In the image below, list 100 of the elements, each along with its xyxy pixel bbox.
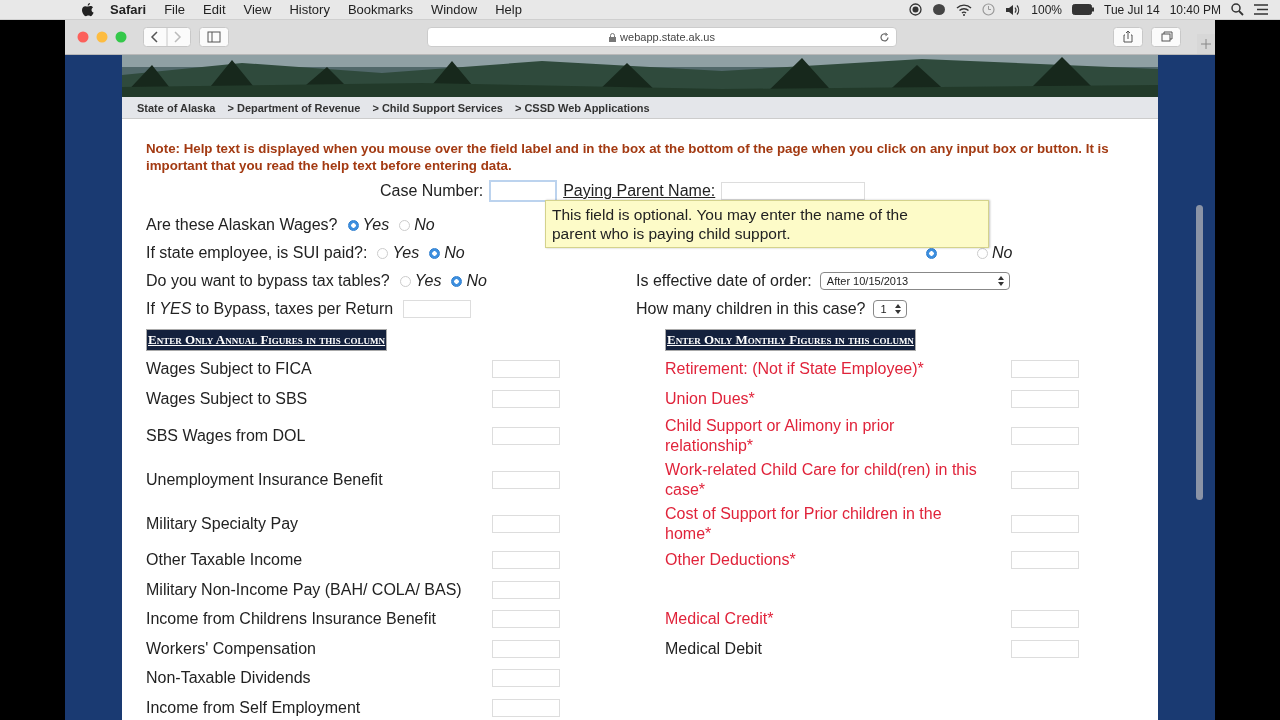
income-label: SBS Wages from DOL [146,425,307,446]
amount-field[interactable] [1011,426,1079,445]
amount-field[interactable] [492,426,560,445]
amount-field[interactable] [492,580,560,599]
radio-button[interactable] [926,247,937,259]
question-label: Do you want to bypass tax tables? [146,272,390,290]
radio-label[interactable]: Yes [362,216,390,234]
battery-icon[interactable] [1072,4,1095,15]
income-label: Other Taxable Income [146,550,304,571]
radio-label[interactable]: No [414,216,435,234]
updown-icon [894,304,901,314]
address-bar[interactable]: webapp.state.ak.us [427,27,897,47]
amount-field[interactable] [1011,389,1079,408]
question-label: Are these Alaskan Wages? [146,216,338,234]
income-label: Income from Self Employment [146,697,362,718]
question-label: Is effective date of order: [636,272,812,290]
deduction-label: Work-related Child Care for child(ren) in this case* [665,459,978,500]
deduction-label: Other Deductions* [665,550,797,571]
radio-button[interactable] [429,247,441,259]
column-header: Enter Only Monthly Figures in this column [665,328,916,351]
income-label: Wages Subject to SBS [146,388,309,409]
dropdown[interactable]: After 10/15/2013 [819,272,1010,290]
menu-item[interactable]: History [289,2,330,17]
field-label: Case Number: [380,182,484,200]
help-note: Note: Help text is displayed when you mouse over the field label and in the box at the bottom of the page when you click on any input box or button. It is important that you read the help text before entering data. [146,140,1110,174]
volume-icon[interactable] [1005,3,1022,16]
menu-item[interactable]: File [164,2,186,17]
lock-icon [609,32,617,42]
radio-button[interactable] [399,275,411,287]
menu-list-icon[interactable] [1254,4,1268,15]
deduction-label: Medical Credit* [665,609,775,630]
income-label: Workers' Compensation [146,638,317,659]
income-label: Income from Childrens Insurance Benefit [146,609,437,630]
amount-field[interactable] [492,514,560,533]
amount-field[interactable] [1011,639,1079,658]
search-icon[interactable] [1231,3,1244,16]
clock-icon[interactable] [982,3,996,16]
dropdown[interactable]: 1 [873,300,907,318]
amount-field[interactable] [492,470,560,489]
tabs-button[interactable] [1151,27,1181,47]
amount-field[interactable] [1011,551,1079,570]
breadcrumb-link[interactable]: > Child Support Services [372,101,503,114]
sidebar-button[interactable] [199,27,229,47]
amount-field[interactable] [492,551,560,570]
case-number-field[interactable] [489,180,558,202]
field-label[interactable]: Paying Parent Name: [563,182,716,200]
amount-field[interactable] [492,639,560,658]
taxes-field[interactable] [403,300,472,318]
window-controls-icon[interactable] [77,31,127,43]
record-icon[interactable] [909,3,923,16]
amount-field[interactable] [492,360,560,379]
breadcrumb-link[interactable]: > Department of Revenue [227,101,361,114]
radio-button[interactable] [347,219,359,231]
amount-field[interactable] [1011,360,1079,379]
share-button[interactable] [1113,27,1143,47]
breadcrumb-link[interactable]: > CSSD Web Applications [514,101,650,114]
amount-field[interactable] [492,610,560,629]
radio-label[interactable]: No [992,244,1013,262]
amount-field[interactable] [1011,470,1079,489]
back-button[interactable] [143,27,191,47]
deduction-label: Retirement: (Not if State Employee)* [665,359,925,380]
menu-item[interactable]: Bookmarks [347,2,413,17]
question-label: How many children in this case? [636,300,866,318]
deduction-label: Union Dues* [665,388,756,409]
radio-button[interactable] [977,247,988,259]
amount-field[interactable] [1011,514,1079,533]
question-label: If state employee, is SUI paid?: [146,244,368,262]
income-label: Unemployment Insurance Benefit [146,469,384,490]
radio-button[interactable] [399,219,411,231]
menu-date[interactable]: Tue Jul 14 [1104,2,1160,17]
apple-icon[interactable] [82,2,94,17]
scrollbar-thumb[interactable] [1196,205,1203,500]
radio-label[interactable]: Yes [414,272,442,290]
breadcrumb-link[interactable]: State of Alaska [137,101,216,114]
radio-label[interactable]: No [466,272,487,290]
income-label: Military Specialty Pay [146,513,300,534]
url-text: webapp.state.ak.us [620,31,715,43]
paying-parent-name-field[interactable] [721,182,866,200]
wifi-icon[interactable] [956,3,973,16]
menu-time[interactable]: 10:40 PM [1169,2,1221,17]
deduction-label: Cost of Support for Prior children in the home* [665,503,943,544]
income-label: Military Non-Income Pay (BAH/ COLA/ BAS) [146,579,463,600]
deduction-label: Child Support or Alimony in prior relationship* [665,415,896,456]
menu-item[interactable]: Window [430,2,478,17]
battery-percent: 100% [1031,2,1063,17]
radio-label[interactable]: No [444,244,465,262]
amount-field[interactable] [492,698,560,717]
amount-field[interactable] [492,669,560,688]
menu-app-name[interactable]: Safari [110,2,147,17]
amount-field[interactable] [492,389,560,408]
radio-button[interactable] [451,275,463,287]
menu-item[interactable]: Help [495,2,522,17]
menu-item[interactable]: Edit [203,2,226,17]
column-header: Enter Only Annual Figures in this column [146,328,388,351]
reload-icon[interactable] [879,32,890,43]
radio-button[interactable] [377,247,389,259]
question-label: If YES to Bypass, taxes per Return [146,300,394,318]
amount-field[interactable] [1011,610,1079,629]
radio-label[interactable]: Yes [392,244,420,262]
menu-item[interactable]: View [243,2,272,17]
